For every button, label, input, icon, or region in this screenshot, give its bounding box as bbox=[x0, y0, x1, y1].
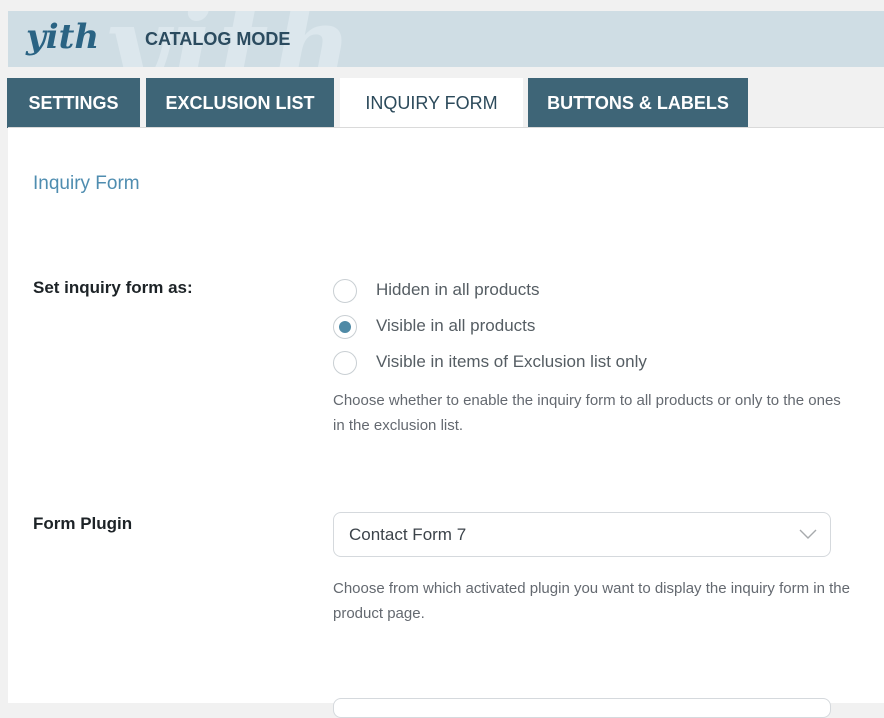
inquiry-form-setting-label: Set inquiry form as: bbox=[33, 278, 193, 297]
plugin-header: yith yith CATALOG MODE bbox=[8, 11, 884, 67]
radio-button[interactable] bbox=[333, 279, 357, 303]
next-setting-field[interactable] bbox=[333, 698, 831, 718]
tab-inquiry-form[interactable]: INQUIRY FORM bbox=[340, 78, 523, 130]
tab-bar: SETTINGS EXCLUSION LIST INQUIRY FORM BUT… bbox=[7, 78, 884, 130]
radio-label[interactable]: Visible in all products bbox=[376, 316, 535, 336]
page-title: CATALOG MODE bbox=[145, 29, 291, 49]
form-plugin-label: Form Plugin bbox=[33, 514, 133, 533]
form-plugin-description: Choose from which activated plugin you w… bbox=[333, 580, 850, 622]
radio-label[interactable]: Visible in items of Exclusion list only bbox=[376, 352, 647, 372]
inquiry-setting-description: Choose whether to enable the inquiry for… bbox=[333, 392, 841, 434]
settings-panel: Inquiry Form Set inquiry form as: Hidden… bbox=[8, 127, 884, 718]
radio-button[interactable] bbox=[333, 351, 357, 375]
tab-buttons-labels[interactable]: BUTTONS & LABELS bbox=[528, 78, 748, 128]
tab-settings[interactable]: SETTINGS bbox=[7, 78, 140, 128]
tab-exclusion-list[interactable]: EXCLUSION LIST bbox=[146, 78, 334, 128]
radio-button-checked[interactable] bbox=[333, 315, 357, 339]
select-value: Contact Form 7 bbox=[349, 525, 467, 544]
radio-label[interactable]: Hidden in all products bbox=[376, 280, 539, 300]
section-title: Inquiry Form bbox=[33, 173, 140, 194]
chevron-down-icon[interactable] bbox=[799, 527, 817, 541]
form-plugin-select[interactable]: Contact Form 7 bbox=[333, 512, 831, 557]
yith-logo: yith bbox=[26, 17, 100, 57]
